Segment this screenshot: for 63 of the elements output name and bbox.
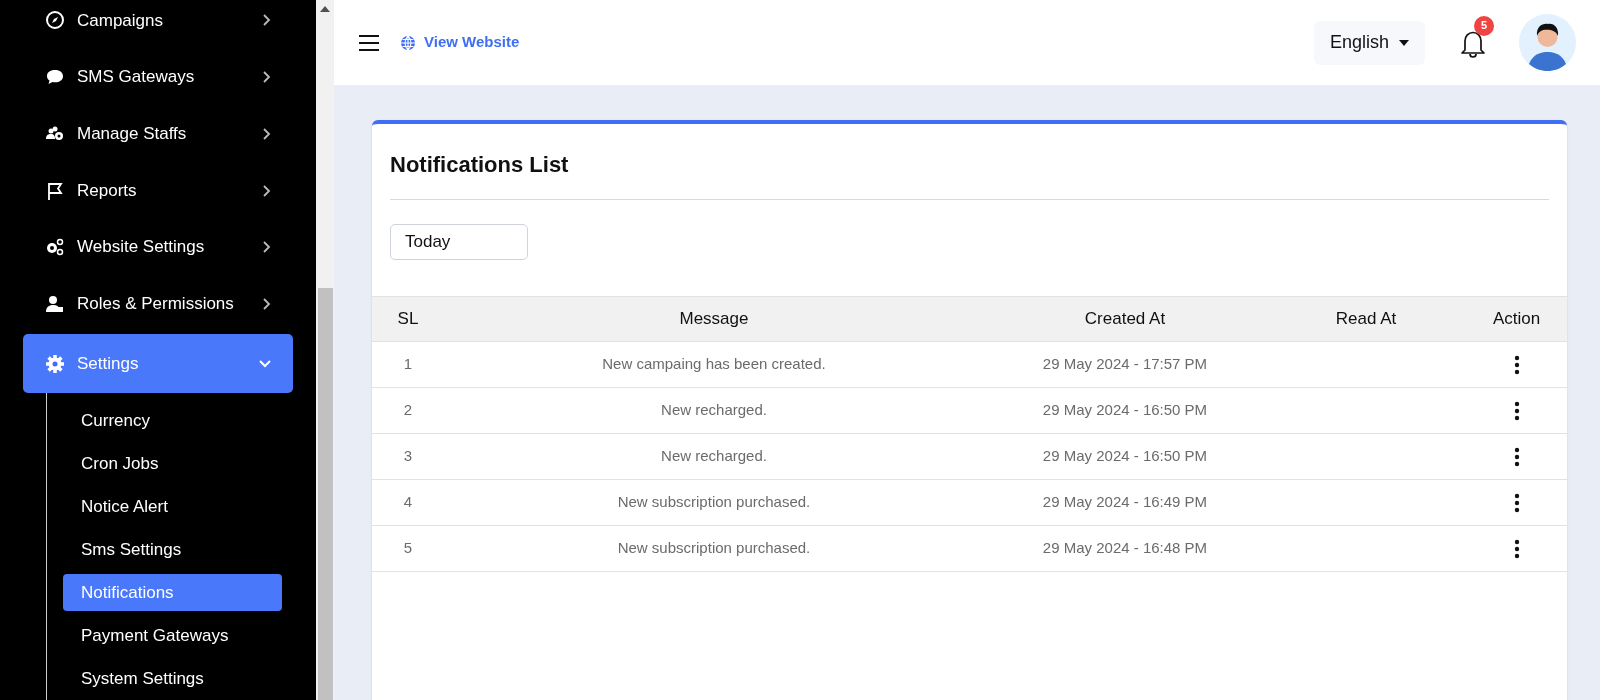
chevron-right-icon — [263, 297, 271, 310]
chevron-right-icon — [263, 127, 271, 140]
settings-icon — [45, 353, 65, 374]
flag-icon — [45, 180, 65, 201]
sidebar-item[interactable]: Reports — [23, 162, 293, 219]
column-header: Message — [444, 296, 984, 342]
table-cell: 5 — [372, 525, 444, 572]
scroll-up-icon[interactable] — [320, 6, 330, 12]
submenu-item[interactable]: System Settings — [63, 657, 282, 700]
more-options-icon[interactable] — [1513, 355, 1520, 376]
submenu-item[interactable]: Notice Alert — [63, 485, 282, 528]
avatar-icon[interactable] — [1519, 14, 1576, 71]
chevron-down-icon — [259, 359, 271, 368]
sidebar-item[interactable]: Manage Staffs — [23, 105, 293, 163]
caret-icon — [1399, 39, 1409, 46]
table-cell: 29 May 2024 - 16:50 PM — [984, 433, 1266, 480]
submenu-item[interactable]: Sms Settings — [63, 528, 282, 571]
table-cell: 1 — [372, 341, 444, 388]
chevron-right-icon — [263, 241, 271, 254]
sidebar-item[interactable]: Roles & Permissions — [23, 275, 293, 333]
scrollbar[interactable] — [316, 0, 334, 700]
scrollbar-thumb[interactable] — [317, 288, 333, 700]
more-options-icon[interactable] — [1513, 493, 1520, 514]
notification-count-badge: 5 — [1474, 15, 1494, 36]
more-options-icon[interactable] — [1513, 401, 1520, 422]
sidebar-item[interactable]: Website Settings — [23, 218, 293, 276]
chevron-right-icon — [263, 71, 271, 84]
table-cell: New recharged. — [444, 387, 984, 434]
submenu-item[interactable]: Cron Jobs — [63, 442, 282, 485]
column-header: SL — [372, 296, 444, 342]
table-cell: 29 May 2024 - 16:48 PM — [984, 525, 1266, 572]
card-title: Notifications List — [390, 151, 570, 179]
chevron-right-icon — [263, 14, 271, 27]
table-cell: 29 May 2024 - 16:49 PM — [984, 479, 1266, 526]
more-options-icon[interactable] — [1513, 447, 1520, 468]
sidebar-item[interactable]: Settings — [23, 334, 293, 393]
column-header: Read At — [1266, 296, 1466, 342]
column-header: Created At — [984, 296, 1266, 342]
table-cell: New recharged. — [444, 433, 984, 480]
language-dropdown[interactable]: English — [1313, 20, 1425, 65]
user-tag-icon — [45, 293, 65, 314]
table-cell: 3 — [372, 433, 444, 480]
column-header: Action — [1466, 296, 1567, 342]
table-cell: New subscription purchased. — [444, 525, 984, 572]
menu-icon[interactable] — [358, 33, 380, 52]
submenu-item[interactable]: Notifications — [63, 574, 282, 611]
table-cell: New campaing has been created. — [444, 341, 984, 388]
sidebar-item[interactable]: Campaigns — [23, 0, 293, 49]
submenu-item[interactable]: Payment Gateways — [63, 614, 282, 657]
sidebar-item[interactable]: SMS Gateways — [23, 48, 293, 106]
table-cell: 29 May 2024 - 17:57 PM — [984, 341, 1266, 388]
date-filter-select[interactable]: Today — [390, 224, 528, 260]
view-website-link[interactable]: View Website — [400, 31, 520, 54]
table-cell: 2 — [372, 387, 444, 434]
table-cell: New subscription purchased. — [444, 479, 984, 526]
table-cell: 4 — [372, 479, 444, 526]
compass-icon — [45, 10, 65, 31]
submenu-item[interactable]: Currency — [63, 399, 282, 442]
gears-icon — [45, 237, 65, 258]
table-cell: 29 May 2024 - 16:50 PM — [984, 387, 1266, 434]
more-options-icon[interactable] — [1513, 539, 1520, 560]
chevron-right-icon — [263, 184, 271, 197]
globe-icon — [400, 34, 416, 51]
